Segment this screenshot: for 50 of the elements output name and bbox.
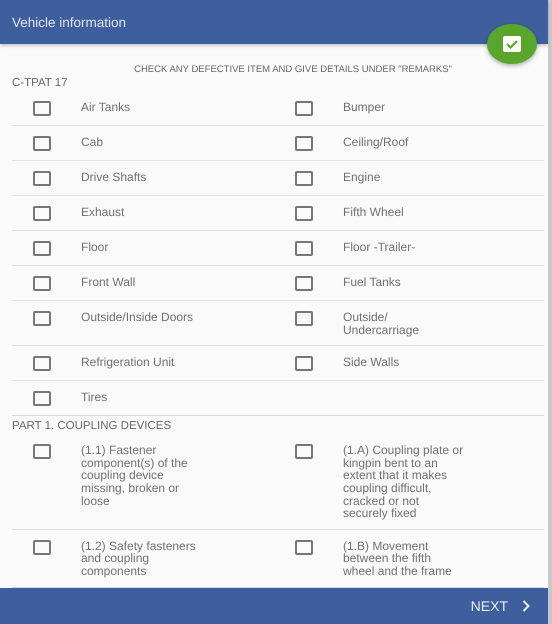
item-label: Side Walls xyxy=(343,355,400,369)
checkbox[interactable] xyxy=(33,356,51,372)
checkbox[interactable] xyxy=(295,101,313,116)
item-label: Outside/ Undercarriage xyxy=(343,310,420,336)
item-label: Refrigeration Unit xyxy=(81,355,176,369)
item-label: Bumper xyxy=(343,100,386,114)
item-label: Front Wall xyxy=(81,275,136,289)
item-label: Floor xyxy=(81,240,110,254)
item-label: Floor -Trailer- xyxy=(343,240,416,254)
checkbox[interactable] xyxy=(295,136,313,151)
checkbox[interactable] xyxy=(295,540,313,555)
instruction-text: CHECK ANY DEFECTIVE ITEM AND GIVE DETAILS UNDER "REMARKS" xyxy=(133,64,453,75)
item-label: Ceiling/Roof xyxy=(343,135,410,149)
checkbox[interactable] xyxy=(33,136,51,151)
item-label: (1.B) Movement between the fifth wheel and the frame xyxy=(343,538,453,578)
confirm-button[interactable] xyxy=(487,24,537,64)
next-button[interactable]: NEXT xyxy=(466,594,534,618)
item-label: Exhaust xyxy=(81,205,126,219)
item-label: Tires xyxy=(81,390,108,404)
checkbox[interactable] xyxy=(295,171,313,186)
item-label: (1.1) Fastener component(s) of the coupling device missing, broken or loose xyxy=(81,443,189,508)
item-label: (1.A) Coupling plate or kingpin bent to an extent that it makes coupling difficult, cracked or not securely fixed xyxy=(343,443,464,520)
checkbox[interactable] xyxy=(295,311,313,326)
item-label: (1.2) Safety fasteners and coupling components xyxy=(81,538,197,578)
checkbox[interactable] xyxy=(33,276,51,291)
checkbox[interactable] xyxy=(33,171,51,186)
chevron-right-icon xyxy=(522,600,530,612)
checkbox[interactable] xyxy=(33,391,51,406)
checkbox[interactable] xyxy=(295,276,313,291)
checkbox[interactable] xyxy=(33,101,51,116)
item-label: Fifth Wheel xyxy=(343,205,405,219)
item-label: Drive Shafts xyxy=(81,170,148,184)
item-label: Air Tanks xyxy=(81,100,132,114)
section-heading: PART 1. COUPLING DEVICES xyxy=(12,420,172,432)
checkbox[interactable] xyxy=(295,241,313,256)
screen-title: Vehicle information xyxy=(12,14,126,30)
checkbox[interactable] xyxy=(33,540,51,555)
checkbox[interactable] xyxy=(295,356,313,372)
item-label: Engine xyxy=(343,170,382,184)
checkbox[interactable] xyxy=(33,444,51,460)
item-label: Cab xyxy=(81,135,104,149)
checkbox[interactable] xyxy=(295,444,313,460)
section-heading: C-TPAT 17 xyxy=(12,77,69,89)
item-label: Fuel Tanks xyxy=(343,275,402,289)
checkbox[interactable] xyxy=(33,241,51,256)
checkbox[interactable] xyxy=(33,311,51,326)
checkbox[interactable] xyxy=(295,206,313,221)
item-label: Outside/Inside Doors xyxy=(81,310,194,324)
checkbox-tick-icon xyxy=(503,36,521,52)
checkbox[interactable] xyxy=(33,206,51,221)
